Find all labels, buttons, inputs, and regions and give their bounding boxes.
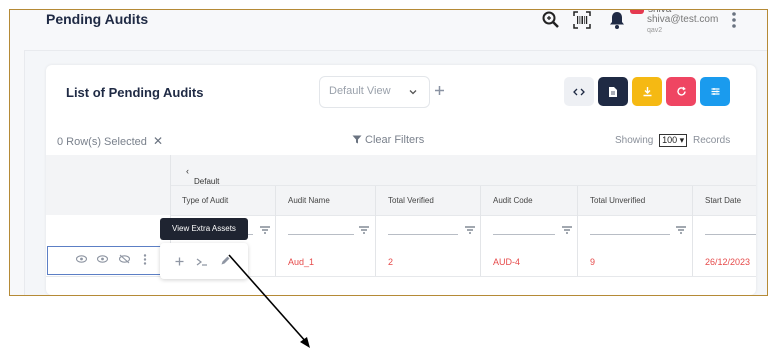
table-header-row: Type of Audit Audit Name Total Verified … [170, 186, 756, 216]
barcode-scan-icon[interactable] [572, 10, 592, 30]
notification-bell-icon[interactable] [607, 10, 627, 30]
app-window: Pending Audits shiva shiva@test.com qav2 [9, 9, 768, 296]
clear-filters-button[interactable]: Clear Filters [352, 134, 424, 146]
column-header[interactable]: Total Verified [388, 196, 434, 205]
card-title: List of Pending Audits [66, 85, 204, 100]
clear-selection-icon[interactable]: ✕ [153, 134, 163, 148]
add-view-icon[interactable] [434, 85, 445, 96]
page-size-select[interactable]: 100 ▾ [659, 134, 688, 147]
row-actions [47, 246, 167, 275]
zoom-search-icon[interactable] [541, 10, 561, 30]
view-select[interactable]: Default View [319, 76, 430, 108]
column-header[interactable]: Audit Code [493, 196, 533, 205]
audit-code-cell: AUD-4 [493, 257, 521, 267]
chevron-down-icon [409, 90, 417, 95]
clear-filters-label: Clear Filters [365, 134, 425, 146]
download-button[interactable] [632, 77, 662, 106]
total-verified-cell: 2 [388, 257, 394, 267]
divider [577, 186, 578, 276]
document-icon [609, 86, 617, 97]
top-bar: Pending Audits shiva shiva@test.com qav2 [10, 10, 767, 51]
selected-count: 0 Row(s) Selected [57, 136, 147, 148]
chevron-left-icon[interactable]: ‹ [186, 166, 189, 176]
page-size-value: 100 [662, 135, 678, 145]
view-extra-assets-icon[interactable] [196, 257, 208, 266]
edit-pencil-icon[interactable] [220, 256, 230, 266]
notification-badge [630, 10, 644, 14]
hide-icon[interactable] [119, 254, 130, 264]
code-button[interactable] [564, 77, 594, 106]
sliders-icon [711, 88, 719, 95]
view-icon[interactable] [76, 255, 87, 263]
filter-icon[interactable] [465, 226, 475, 234]
audit-name-cell: Aud_1 [288, 257, 315, 267]
page-title: Pending Audits [46, 11, 149, 27]
tooltip: View Extra Assets [160, 218, 248, 240]
code-icon [573, 88, 585, 95]
filter-row [46, 216, 756, 247]
view-select-value: Default View [329, 85, 391, 97]
column-header[interactable]: Type of Audit [182, 196, 228, 205]
preview-icon[interactable] [97, 255, 108, 263]
filter-input[interactable] [493, 234, 555, 235]
records-label: Records [692, 135, 731, 146]
divider [692, 186, 693, 276]
page-size-control: Showing 100 ▾ Records [615, 134, 730, 147]
divider [480, 186, 481, 276]
refresh-icon [676, 86, 686, 96]
filter-icon[interactable] [676, 226, 686, 234]
document-button[interactable] [598, 77, 628, 106]
start-date-cell: 26/12/2023 [705, 257, 751, 267]
section-header: Default Section ‹ [170, 155, 756, 195]
column-header[interactable]: Start Date [705, 196, 741, 205]
showing-label: Showing [615, 135, 654, 146]
column-header[interactable]: Audit Name [288, 196, 330, 205]
download-icon [643, 87, 651, 97]
divider [275, 186, 276, 276]
column-settings-button[interactable] [700, 77, 730, 106]
sidebar-strip [10, 50, 25, 295]
filter-input[interactable] [388, 234, 458, 235]
filter-input[interactable] [705, 234, 756, 235]
audits-card: List of Pending Audits Default View 0 Ro… [46, 65, 756, 295]
filter-input[interactable] [288, 234, 354, 235]
user-email: shiva@test.com [647, 14, 719, 25]
user-org: qav2 [647, 27, 663, 34]
add-icon[interactable] [175, 257, 184, 266]
more-options-icon[interactable] [143, 254, 147, 265]
column-header[interactable]: Total Unverified [590, 196, 645, 205]
filter-input[interactable] [590, 234, 670, 235]
refresh-button[interactable] [666, 77, 696, 106]
more-menu-icon[interactable] [731, 11, 737, 29]
filter-icon[interactable] [562, 226, 572, 234]
filter-icon [352, 135, 362, 144]
divider [375, 186, 376, 276]
filter-icon[interactable] [359, 226, 369, 234]
extra-actions-popover [160, 243, 248, 279]
filter-icon[interactable] [260, 226, 270, 234]
total-unverified-cell: 9 [590, 257, 596, 267]
row-action-header [46, 155, 170, 215]
selected-rows-info: 0 Row(s) Selected ✕ [57, 134, 163, 148]
